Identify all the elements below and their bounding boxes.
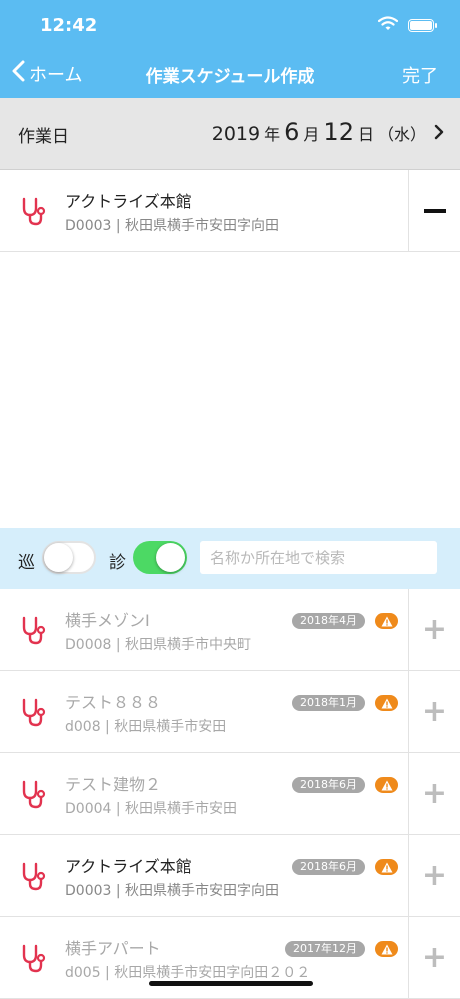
- plus-icon: +: [421, 612, 448, 647]
- last-inspection-badge: 2018年4月: [292, 613, 365, 629]
- building-name: 横手メゾンⅠ: [65, 611, 150, 630]
- minus-icon: [423, 209, 446, 213]
- wifi-icon: [377, 16, 399, 35]
- add-button[interactable]: +: [408, 835, 460, 917]
- add-button[interactable]: +: [408, 671, 460, 753]
- done-button[interactable]: 完了: [402, 62, 438, 88]
- last-inspection-badge: 2018年6月: [292, 859, 365, 875]
- warning-icon: [375, 695, 398, 711]
- patrol-toggle[interactable]: [42, 541, 96, 574]
- add-button[interactable]: +: [408, 753, 460, 835]
- date-year-unit: 年: [264, 125, 281, 144]
- status-icons: [377, 16, 437, 35]
- filter-bar: 巡 診: [0, 528, 460, 589]
- last-inspection-badge: 2018年1月: [292, 695, 365, 711]
- building-address: D0003 | 秋田県横手市安田字向田: [65, 883, 280, 899]
- stethoscope-icon: [20, 697, 46, 727]
- building-address: d005 | 秋田県横手市安田字向田２０２: [65, 965, 311, 981]
- diagnosis-toggle-label: 診: [109, 553, 126, 573]
- building-address: D0003 | 秋田県横手市安田字向田: [65, 218, 280, 234]
- toggle-knob: [44, 543, 73, 572]
- plus-icon: +: [421, 776, 448, 811]
- date-day-unit: 日: [357, 125, 374, 144]
- building-address: D0004 | 秋田県横手市安田: [65, 801, 238, 817]
- page-title: 作業スケジュール作成: [145, 67, 315, 87]
- last-inspection-badge: 2018年6月: [292, 777, 365, 793]
- stethoscope-icon: [20, 615, 46, 645]
- building-row[interactable]: 横手メゾンⅠ D0008 | 秋田県横手市中央町 2018年4月 +: [0, 589, 460, 671]
- header: 12:42 ホーム 作業スケジュール作成 完了: [0, 0, 460, 98]
- warning-icon: [375, 941, 398, 957]
- building-name: アクトライズ本館: [65, 192, 192, 211]
- chevron-right-icon: [434, 121, 444, 145]
- home-indicator[interactable]: [149, 981, 313, 986]
- building-name: テスト建物２: [65, 775, 162, 794]
- work-date-bar[interactable]: 作業日 2019 年 6 月 12 日 （水）: [0, 98, 460, 170]
- warning-icon: [375, 777, 398, 793]
- toggle-knob: [156, 543, 185, 572]
- add-button[interactable]: +: [408, 589, 460, 671]
- building-name: 横手アパート: [65, 939, 161, 958]
- status-time: 12:42: [40, 15, 98, 36]
- date-month: 6: [284, 118, 300, 146]
- work-date-label: 作業日: [18, 127, 69, 147]
- plus-icon: +: [421, 940, 448, 975]
- stethoscope-icon: [20, 196, 46, 226]
- last-inspection-badge: 2017年12月: [285, 941, 365, 957]
- work-date-value[interactable]: 2019 年 6 月 12 日 （水）: [212, 118, 444, 146]
- date-year: 2019: [211, 123, 261, 145]
- battery-icon: [408, 19, 437, 32]
- remove-button[interactable]: [408, 170, 460, 252]
- building-row[interactable]: テスト８８８ d008 | 秋田県横手市安田 2018年1月 +: [0, 671, 460, 753]
- building-row[interactable]: 横手アパート d005 | 秋田県横手市安田字向田２０２ 2017年12月 +: [0, 917, 460, 999]
- building-name: アクトライズ本館: [65, 857, 192, 876]
- building-name: テスト８８８: [65, 693, 162, 712]
- warning-icon: [375, 859, 398, 875]
- warning-icon: [375, 613, 398, 629]
- building-address: D0008 | 秋田県横手市中央町: [65, 637, 252, 653]
- stethoscope-icon: [20, 779, 46, 809]
- search-input[interactable]: [200, 541, 437, 574]
- plus-icon: +: [421, 694, 448, 729]
- date-month-unit: 月: [303, 125, 320, 144]
- patrol-toggle-label: 巡: [18, 553, 35, 573]
- stethoscope-icon: [20, 861, 46, 891]
- building-address: d008 | 秋田県横手市安田: [65, 719, 227, 735]
- date-day: 12: [323, 118, 354, 146]
- plus-icon: +: [421, 858, 448, 893]
- selected-building-row[interactable]: アクトライズ本館 D0003 | 秋田県横手市安田字向田: [0, 170, 460, 252]
- diagnosis-toggle[interactable]: [133, 541, 187, 574]
- stethoscope-icon: [20, 943, 46, 973]
- date-weekday: （水）: [377, 125, 426, 144]
- building-row[interactable]: アクトライズ本館 D0003 | 秋田県横手市安田字向田 2018年6月 +: [0, 835, 460, 917]
- building-row[interactable]: テスト建物２ D0004 | 秋田県横手市安田 2018年6月 +: [0, 753, 460, 835]
- add-button[interactable]: +: [408, 917, 460, 999]
